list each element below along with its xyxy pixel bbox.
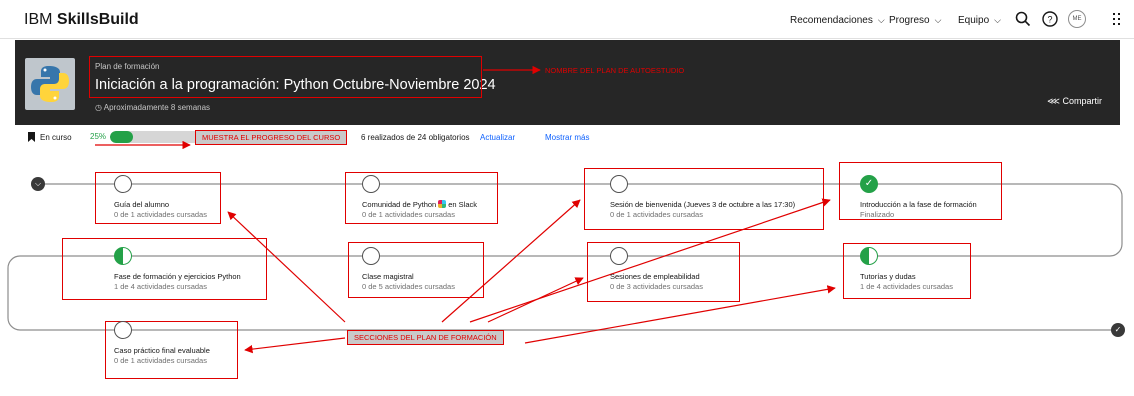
annotation-progress: MUESTRA EL PROGRESO DEL CURSO [195,130,348,145]
section-title-suffix: en Slack [448,200,477,209]
section-progress: Finalizado [860,210,895,219]
empty-circle-icon [114,175,132,193]
section-title: Clase magistral [362,272,414,281]
section-progress: 0 de 3 actividades cursadas [610,282,703,291]
section-title-wrap: Comunidad de Python en Slack [362,200,477,209]
half-circle-icon [860,247,878,265]
empty-circle-icon [610,247,628,265]
section-progress: 0 de 1 actividades cursadas [610,210,703,219]
section-title: Tutorías y dudas [860,272,916,281]
section-progress: 0 de 1 actividades cursadas [362,210,455,219]
path-end-icon: ✓ [1111,323,1125,337]
annotation-sections: SECCIONES DEL PLAN DE FORMACIÓN [347,330,504,345]
section-title: Caso práctico final evaluable [114,346,210,355]
path-start-collapse-icon[interactable]: ⌵ [31,177,45,191]
section-title: Comunidad de Python [362,200,437,209]
section-progress: 1 de 4 actividades cursadas [114,282,207,291]
slack-icon [438,200,447,208]
check-circle-icon: ✓ [860,175,878,193]
annotation-box-plan-name [89,56,482,98]
section-title: Guía del alumno [114,200,170,209]
empty-circle-icon [362,247,380,265]
section-title: Sesión de bienvenida (Jueves 3 de octubr… [610,200,796,209]
section-progress: 0 de 1 actividades cursadas [114,210,207,219]
section-progress: 1 de 4 actividades cursadas [860,282,953,291]
section-progress: 0 de 1 actividades cursadas [114,356,207,365]
empty-circle-icon [610,175,628,193]
empty-circle-icon [362,175,380,193]
section-title: Sesiones de empleabilidad [610,272,700,281]
half-circle-icon [114,247,132,265]
empty-circle-icon [114,321,132,339]
annotation-plan-name: NOMBRE DEL PLAN DE AUTOESTUDIO [545,66,685,75]
section-title: Introducción a la fase de formación [860,200,977,209]
page: IBM SkillsBuild Recomendaciones ⌵ Progres… [0,0,1134,396]
section-progress: 0 de 5 actividades cursadas [362,282,455,291]
section-title: Fase de formación y ejercicios Python [114,272,241,281]
